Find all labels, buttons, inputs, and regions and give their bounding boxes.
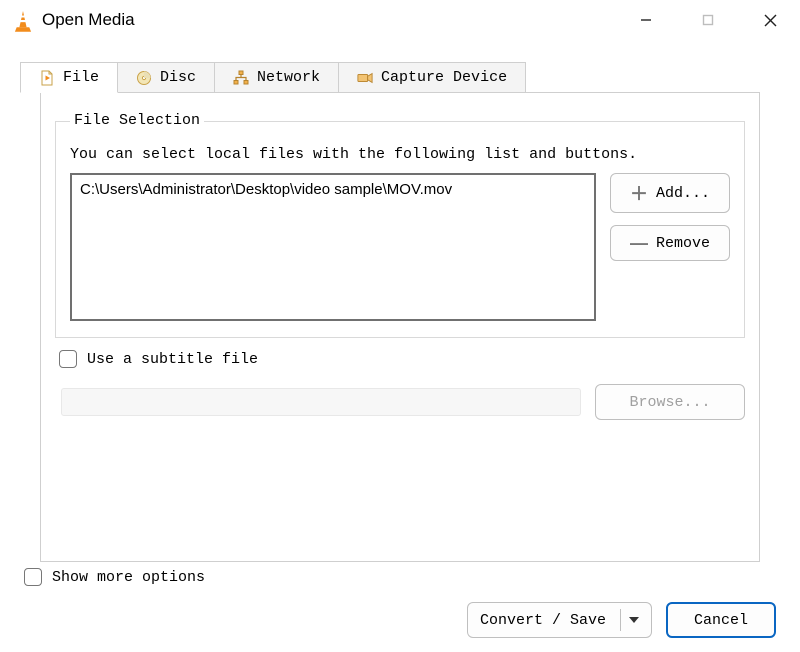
file-list[interactable]: C:\Users\Administrator\Desktop\video sam… <box>70 173 596 321</box>
show-more-options-checkbox[interactable] <box>24 568 42 586</box>
vlc-cone-icon <box>14 11 32 29</box>
dropdown-caret[interactable] <box>620 609 647 631</box>
file-icon <box>39 70 55 86</box>
tab-label: Disc <box>160 69 196 86</box>
tab-panel-file: File Selection You can select local file… <box>40 92 760 562</box>
button-label: Browse... <box>629 394 710 411</box>
button-label: Add... <box>656 185 710 202</box>
add-button[interactable]: ＋ Add... <box>610 173 730 213</box>
use-subtitle-row: Use a subtitle file <box>59 350 745 368</box>
button-label: Convert / Save <box>480 612 606 629</box>
button-label: Remove <box>656 235 710 252</box>
subtitle-path-row: Browse... <box>55 384 745 420</box>
tab-network[interactable]: Network <box>214 62 339 92</box>
file-list-item[interactable]: C:\Users\Administrator\Desktop\video sam… <box>80 181 586 198</box>
tab-label: File <box>63 69 99 86</box>
close-button[interactable] <box>744 0 796 40</box>
tab-label: Network <box>257 69 320 86</box>
network-icon <box>233 70 249 86</box>
use-subtitle-checkbox[interactable] <box>59 350 77 368</box>
titlebar: Open Media <box>0 0 800 40</box>
show-more-options-label: Show more options <box>52 569 205 586</box>
tab-file[interactable]: File <box>20 62 118 93</box>
capture-device-icon <box>357 70 373 86</box>
file-selection-hint: You can select local files with the foll… <box>70 146 730 163</box>
subtitle-path-input <box>61 388 581 416</box>
tab-label: Capture Device <box>381 69 507 86</box>
tab-capture-device[interactable]: Capture Device <box>338 62 526 92</box>
remove-button[interactable]: — Remove <box>610 225 730 261</box>
maximize-button[interactable] <box>682 0 734 40</box>
cancel-button[interactable]: Cancel <box>666 602 776 638</box>
plus-icon: ＋ <box>630 180 648 206</box>
window-title: Open Media <box>42 10 135 30</box>
tab-disc[interactable]: Disc <box>117 62 215 92</box>
file-selection-group: File Selection You can select local file… <box>55 121 745 338</box>
button-label: Cancel <box>694 612 748 629</box>
chevron-down-icon <box>629 617 639 623</box>
disc-icon <box>136 70 152 86</box>
browse-button: Browse... <box>595 384 745 420</box>
dialog-button-row: Convert / Save Cancel <box>467 602 776 638</box>
use-subtitle-label: Use a subtitle file <box>87 351 258 368</box>
group-legend: File Selection <box>70 112 204 129</box>
minimize-button[interactable] <box>620 0 672 40</box>
tabs-row: File Disc Network Capture Dev <box>0 40 800 562</box>
convert-save-button[interactable]: Convert / Save <box>467 602 652 638</box>
show-more-options-row: Show more options <box>24 568 205 586</box>
minus-icon: — <box>630 233 648 254</box>
